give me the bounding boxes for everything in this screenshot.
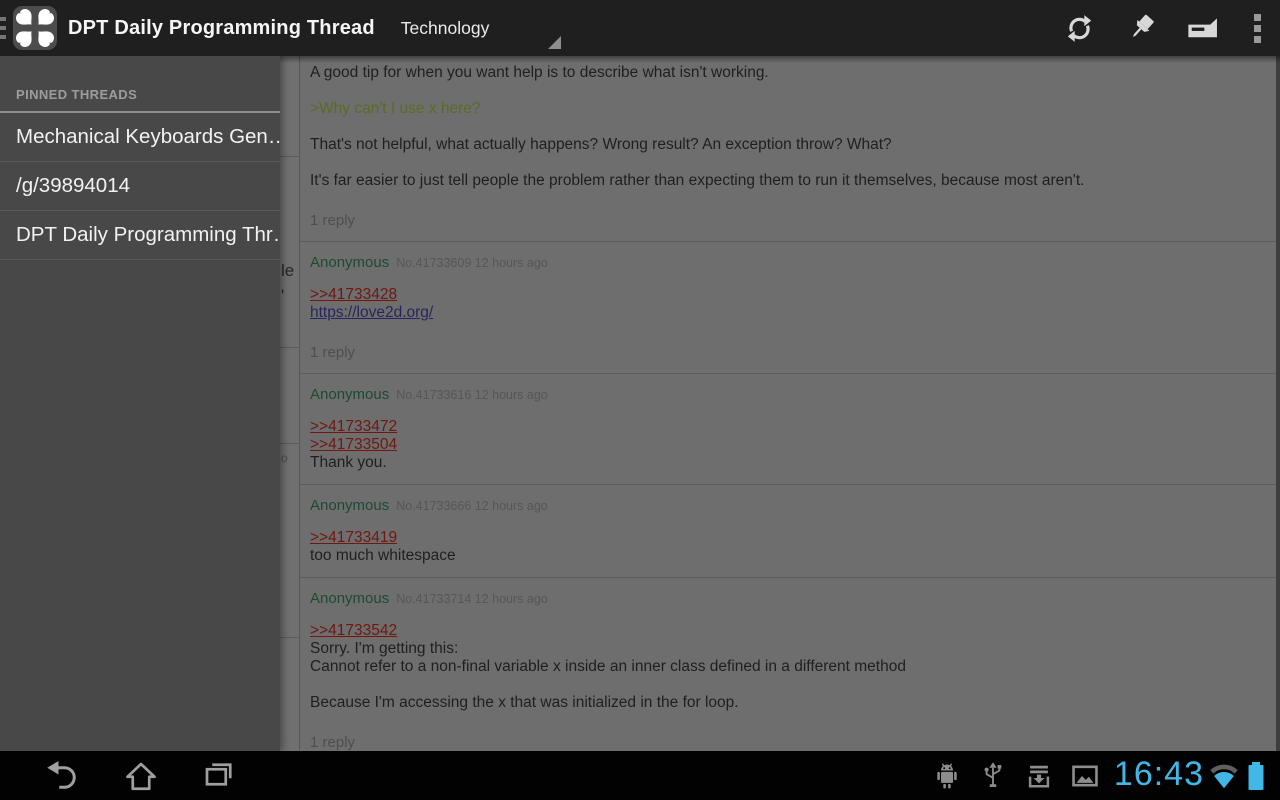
post-list: A good tip for when you want help is to … [300, 56, 1276, 751]
home-button[interactable] [102, 751, 180, 800]
post-text-block: >>41733472>>41733504Thank you. [310, 418, 1266, 472]
battery-icon [1242, 751, 1270, 800]
post-text-block: That's not helpful, what actually happen… [310, 136, 1266, 154]
board-spinner[interactable]: Technology [401, 0, 565, 56]
text-line: It's far easier to just tell people the … [310, 172, 1266, 190]
quotelink[interactable]: >>41733504 [310, 436, 397, 454]
actionbar-buttons [1048, 0, 1280, 56]
usb-debugging-icon [924, 751, 970, 800]
system-navigation-bar: 16:43 [0, 751, 1280, 800]
usb-connected-icon [970, 751, 1016, 800]
content-area: le ' o A good tip for when you want help… [0, 56, 1280, 751]
clipped-text-fragment: le [281, 262, 294, 279]
post-text-block: A good tip for when you want help is to … [310, 64, 1266, 82]
list-divider [280, 443, 299, 444]
quotelink[interactable]: >>41733419 [310, 529, 397, 547]
post-number-and-time: No.41733616 12 hours ago [396, 388, 548, 402]
board-spinner-label: Technology [401, 18, 490, 39]
thread-title: DPT Daily Programming Thread [68, 17, 375, 40]
reply-count[interactable]: 1 reply [310, 344, 1266, 361]
post[interactable]: Anonymous No.41733714 12 hours ago >>41733… [300, 578, 1276, 751]
clover-icon [13, 6, 57, 50]
back-icon [45, 758, 81, 794]
wifi-icon [1206, 751, 1242, 800]
post-text-block: It's far easier to just tell people the … [310, 172, 1266, 190]
pin-button[interactable] [1110, 0, 1172, 56]
drawer-item-g-39894014[interactable]: /g/39894014 [0, 162, 280, 211]
refresh-icon [1063, 12, 1096, 45]
list-divider [280, 156, 299, 157]
quotelink[interactable]: >>41733472 [310, 418, 397, 436]
post-header: Anonymous No.41733609 12 hours ago [310, 254, 1266, 272]
post-header: Anonymous No.41733714 12 hours ago [310, 590, 1266, 608]
pin-icon [1124, 11, 1158, 45]
clipped-text-fragment: o [281, 452, 288, 464]
recent-apps-button[interactable] [180, 751, 258, 800]
post[interactable]: Anonymous No.41733666 12 hours ago >>41733… [300, 485, 1276, 578]
post-number-and-time: No.41733714 12 hours ago [396, 592, 548, 606]
status-area: 16:43 [924, 751, 1270, 800]
scrollbar[interactable] [1276, 56, 1280, 751]
text-line: That's not helpful, what actually happen… [310, 136, 1266, 154]
status-clock: 16:43 [1114, 755, 1204, 794]
post-text-block: >Why can't I use x here? [310, 100, 1266, 118]
post-header: Anonymous No.41733666 12 hours ago [310, 497, 1266, 515]
app-logo-button[interactable] [13, 6, 57, 50]
post[interactable]: Anonymous No.41733609 12 hours ago >>41733… [300, 242, 1276, 374]
pinned-threads-header: PINNED THREADS [0, 56, 280, 113]
post[interactable]: Anonymous No.41733616 12 hours ago >>41733… [300, 374, 1276, 485]
text-line: Sorry. I'm getting this: [310, 640, 1266, 658]
post-text-block: >>41733428https://love2d.org/ [310, 286, 1266, 322]
reply-count[interactable]: 1 reply [310, 212, 1266, 229]
clipped-text-fragment: ' [281, 287, 284, 304]
poster-name: Anonymous [310, 497, 389, 514]
back-button[interactable] [24, 751, 102, 800]
nav-buttons [24, 751, 258, 800]
poster-name: Anonymous [310, 590, 389, 607]
text-line: too much whitespace [310, 547, 1266, 565]
reply-icon [1185, 16, 1222, 40]
action-bar: DPT Daily Programming Thread Technology [0, 0, 1280, 56]
text-line: A good tip for when you want help is to … [310, 64, 1266, 82]
quotelink[interactable]: >>41733428 [310, 286, 397, 304]
reply-button[interactable] [1172, 0, 1234, 56]
overflow-dots-icon [1254, 10, 1261, 47]
text-line: Thank you. [310, 454, 1266, 472]
text-line: Cannot refer to a non-final variable x i… [310, 658, 1266, 676]
drawer-handle-icon[interactable] [0, 17, 6, 44]
home-icon [123, 758, 159, 794]
post-header: Anonymous No.41733616 12 hours ago [310, 386, 1266, 404]
post-number-and-time: No.41733609 12 hours ago [396, 256, 548, 270]
navigation-drawer: PINNED THREADS Mechanical Keyboards Gen…… [0, 56, 280, 751]
list-divider [280, 347, 299, 348]
download-icon [1016, 751, 1062, 800]
quotelink[interactable]: >>41733542 [310, 622, 397, 640]
screen: DPT Daily Programming Thread Technology [0, 0, 1280, 800]
drawer-item-mechanical-keyboards[interactable]: Mechanical Keyboards Gen… [0, 113, 280, 162]
post[interactable]: A good tip for when you want help is to … [300, 56, 1276, 242]
poster-name: Anonymous [310, 386, 389, 403]
external-link[interactable]: https://love2d.org/ [310, 304, 433, 322]
reply-count[interactable]: 1 reply [310, 734, 1266, 751]
post-text-block: >>41733542Sorry. I'm getting this:Cannot… [310, 622, 1266, 676]
refresh-button[interactable] [1048, 0, 1110, 56]
greentext-line: >Why can't I use x here? [310, 100, 1266, 118]
list-divider [280, 637, 299, 638]
spinner-caret-icon [548, 36, 561, 49]
recent-apps-icon [201, 758, 237, 794]
screenshot-icon [1062, 751, 1108, 800]
post-number-and-time: No.41733666 12 hours ago [396, 499, 548, 513]
post-text-block: >>41733419too much whitespace [310, 529, 1266, 565]
poster-name: Anonymous [310, 254, 389, 271]
text-line: Because I'm accessing the x that was ini… [310, 694, 1266, 712]
drawer-item-dpt-thread[interactable]: DPT Daily Programming Thr… [0, 211, 280, 260]
overflow-menu-button[interactable] [1234, 0, 1280, 56]
post-text-block: Because I'm accessing the x that was ini… [310, 694, 1266, 712]
